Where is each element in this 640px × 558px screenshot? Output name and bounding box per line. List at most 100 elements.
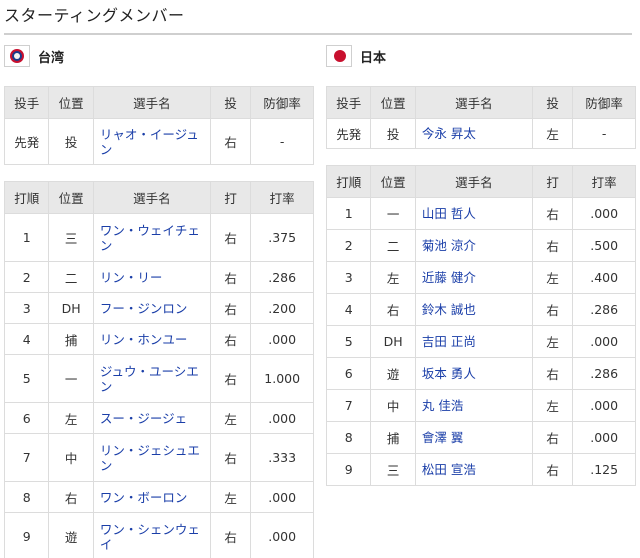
player-name-link[interactable]: リン・ホンユー (100, 332, 188, 347)
player-name-link[interactable]: フー・ジンロン (100, 301, 188, 316)
table-row: 先発 投 リャオ・イージュン 右 - (3, 118, 314, 165)
position: 二 (370, 229, 416, 262)
player-name-link[interactable]: 坂本 勇人 (422, 366, 476, 381)
position: 遊 (48, 512, 94, 558)
batting-order: 4 (325, 293, 372, 326)
bats: 右 (209, 512, 252, 558)
col-header: 選手名 (414, 165, 533, 198)
table-row: 6 遊 坂本 勇人 右 .286 (325, 357, 636, 390)
batting-average: .400 (572, 261, 636, 294)
batting-order: 3 (325, 261, 372, 294)
bats: 右 (209, 354, 252, 403)
batting-order: 3 (3, 292, 50, 324)
pitcher-position: 投 (48, 118, 94, 165)
col-header: 投 (209, 86, 252, 119)
starting-pitcher-table: 投手 位置 選手名 投 防御率 先発 投 今永 昇太 左 - (325, 86, 636, 149)
batting-average: .000 (250, 512, 314, 558)
player-name-link[interactable]: ジュウ・ユーシエン (100, 364, 199, 394)
taiwan-flag-icon (4, 45, 30, 67)
player-name-link[interactable]: ワン・ウェイチェン (100, 223, 200, 253)
col-header: 選手名 (92, 86, 211, 119)
player-name-link[interactable]: リャオ・イージュン (100, 127, 199, 157)
batting-order: 4 (3, 323, 50, 355)
table-row: 8 右 ワン・ボーロン 左 .000 (3, 481, 314, 513)
player-name-link[interactable]: 吉田 正尚 (422, 334, 476, 349)
col-header: 位置 (370, 165, 416, 198)
table-row: 9 三 松田 宣浩 右 .125 (325, 453, 636, 486)
col-header: 選手名 (414, 86, 533, 119)
player-name-link[interactable]: 山田 哲人 (422, 206, 476, 221)
section-title: スターティングメンバー (4, 6, 185, 25)
col-header: 打率 (250, 181, 314, 214)
player-name-link[interactable]: 菊池 涼介 (422, 238, 476, 253)
bats: 右 (531, 229, 574, 262)
player-name-link[interactable]: 鈴木 誠也 (422, 302, 476, 317)
col-header: 防御率 (250, 86, 314, 119)
batting-average: .125 (572, 453, 636, 486)
col-header: 打順 (325, 165, 372, 198)
position: DH (48, 292, 94, 324)
batting-order: 8 (3, 481, 50, 513)
player-name-link[interactable]: 近藤 健介 (422, 270, 476, 285)
table-row: 先発 投 今永 昇太 左 - (325, 118, 636, 149)
bats: 左 (209, 481, 252, 513)
bats: 右 (531, 197, 574, 230)
col-header: 打率 (572, 165, 636, 198)
batting-average: .000 (572, 389, 636, 422)
player-name-link[interactable]: ワン・ボーロン (100, 490, 188, 505)
col-header: 打 (531, 165, 574, 198)
table-row: 3 DH フー・ジンロン 右 .200 (3, 292, 314, 324)
team-name: 台湾 (38, 50, 65, 66)
bats: 右 (531, 421, 574, 454)
player-name-link[interactable]: 會澤 翼 (422, 430, 463, 445)
pitcher-throws: 右 (209, 118, 252, 165)
bats: 右 (531, 357, 574, 390)
bats: 右 (209, 213, 252, 262)
player-name-link[interactable]: 今永 昇太 (422, 126, 476, 141)
batting-order: 6 (325, 357, 372, 390)
table-row: 5 一 ジュウ・ユーシエン 右 1.000 (3, 354, 314, 403)
batting-average: .000 (572, 197, 636, 230)
team-panel-taiwan: 台湾 投手 位置 選手名 投 防御率 先発 投 リャオ・イージュン 右 - 打順… (3, 44, 314, 558)
table-header-row: 打順 位置 選手名 打 打率 (325, 165, 636, 198)
batting-average: .286 (572, 293, 636, 326)
bats: 右 (209, 292, 252, 324)
player-name-link[interactable]: リン・リー (100, 270, 163, 285)
player-name-link[interactable]: スー・ジージェ (100, 411, 187, 426)
player-name-link[interactable]: リン・ジェシュエン (100, 443, 200, 473)
batting-order: 2 (3, 261, 50, 293)
batting-order: 2 (325, 229, 372, 262)
pitcher-position: 投 (370, 118, 416, 149)
col-header: 投 (531, 86, 574, 119)
batting-average: .000 (250, 323, 314, 355)
bats: 右 (209, 261, 252, 293)
player-name-link[interactable]: ワン・シェンウェイ (100, 522, 200, 552)
batting-order: 8 (325, 421, 372, 454)
bats: 左 (209, 402, 252, 434)
table-row: 2 二 リン・リー 右 .286 (3, 261, 314, 293)
team-header: 台湾 (4, 44, 314, 68)
batting-order-table: 打順 位置 選手名 打 打率 1 三 ワン・ウェイチェン 右 .375 2 二 … (3, 181, 314, 558)
batting-order: 7 (325, 389, 372, 422)
position: 中 (48, 433, 94, 482)
batting-order: 5 (3, 354, 50, 403)
pitcher-role: 先発 (3, 118, 50, 165)
player-name-link[interactable]: 松田 宣浩 (422, 462, 476, 477)
col-header: 投手 (3, 86, 50, 119)
position: 捕 (370, 421, 416, 454)
starting-pitcher-table: 投手 位置 選手名 投 防御率 先発 投 リャオ・イージュン 右 - (3, 86, 314, 165)
col-header: 投手 (325, 86, 372, 119)
pitcher-era: - (250, 118, 314, 165)
table-row: 1 一 山田 哲人 右 .000 (325, 197, 636, 230)
pitcher-throws: 左 (531, 118, 574, 149)
position: 遊 (370, 357, 416, 390)
position: 左 (48, 402, 94, 434)
position: 二 (48, 261, 94, 293)
player-name-link[interactable]: 丸 佳浩 (422, 398, 463, 413)
batting-average: .333 (250, 433, 314, 482)
batting-average: .286 (250, 261, 314, 293)
position: 捕 (48, 323, 94, 355)
japan-flag-icon (326, 45, 352, 67)
table-header-row: 投手 位置 選手名 投 防御率 (325, 86, 636, 119)
batting-average: .000 (572, 325, 636, 358)
